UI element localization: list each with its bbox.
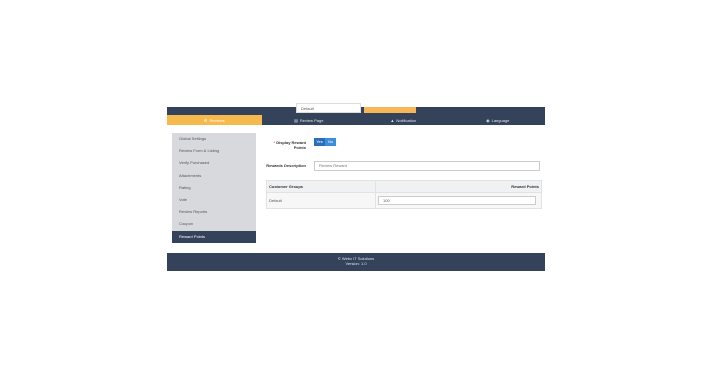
top-action-button[interactable] xyxy=(364,107,416,113)
sidebar-item-verify-purchased[interactable]: Verify Purchased xyxy=(172,157,256,169)
tab-review-page[interactable]: ▤ Review Page xyxy=(262,115,357,125)
rewards-description-input[interactable]: Review Reward xyxy=(314,161,540,171)
tab-reviews[interactable]: ⚙ Reviews xyxy=(167,115,262,125)
required-mark: * xyxy=(273,140,276,145)
tab-language[interactable]: ◉ Language xyxy=(451,115,546,125)
globe-icon: ◉ xyxy=(486,117,490,123)
tab-label: Reviews xyxy=(209,117,225,123)
sidebar-item-global-settings[interactable]: Global Settings xyxy=(172,133,256,145)
rewards-description-label: Rewards Description xyxy=(266,163,306,168)
column-header-customer-groups: Customer Groups xyxy=(266,180,376,193)
store-select[interactable]: Default xyxy=(296,103,361,113)
tab-notification[interactable]: ▲ Notification xyxy=(356,115,451,125)
gear-icon: ⚙ xyxy=(203,117,208,123)
footer-version: Version: 1.0 xyxy=(345,261,367,266)
reward-points-table: Customer Groups Reward Points Default 10… xyxy=(266,180,542,209)
settings-sidebar: Global Settings Review Form & Listing Ve… xyxy=(172,133,256,243)
table-row: Default 100 xyxy=(266,192,542,209)
tab-label: Language xyxy=(491,117,510,123)
bell-icon: ▲ xyxy=(390,117,395,123)
sidebar-item-attachments[interactable]: Attachments xyxy=(172,170,256,182)
reward-points-cell: 100 xyxy=(375,192,542,209)
tab-bar: ⚙ Reviews ▤ Review Page ▲ Notification ◉… xyxy=(167,115,545,125)
footer: © Webx IT Solutions Version: 1.0 xyxy=(167,253,545,271)
sidebar-item-reward-points[interactable]: Reward Points xyxy=(172,230,256,243)
display-reward-text: Display Reward Points xyxy=(276,140,306,150)
sidebar-item-coupon[interactable]: Coupon xyxy=(172,218,256,230)
display-reward-label: * Display Reward Points xyxy=(266,140,306,150)
column-header-reward-points: Reward Points xyxy=(375,180,542,193)
tab-label: Notification xyxy=(396,117,417,123)
sidebar-item-review-form[interactable]: Review Form & Listing xyxy=(172,145,256,157)
sidebar-item-vote[interactable]: Vote xyxy=(172,194,256,206)
table-header-row: Customer Groups Reward Points xyxy=(266,180,542,193)
footer-copyright: © Webx IT Solutions xyxy=(337,256,375,261)
tab-label: Review Page xyxy=(299,117,324,123)
document-icon: ▤ xyxy=(294,117,298,123)
reward-points-input[interactable]: 100 xyxy=(378,196,536,205)
sidebar-item-rating[interactable]: Rating xyxy=(172,182,256,194)
display-reward-toggle: Yes No xyxy=(314,138,336,146)
customer-group-cell: Default xyxy=(266,192,376,209)
sidebar-item-review-reports[interactable]: Review Reports xyxy=(172,206,256,218)
yes-button[interactable]: Yes xyxy=(314,138,325,146)
module-panel: Default ⚙ Reviews ▤ Review Page ▲ Notifi… xyxy=(167,103,545,271)
no-button[interactable]: No xyxy=(325,138,336,146)
